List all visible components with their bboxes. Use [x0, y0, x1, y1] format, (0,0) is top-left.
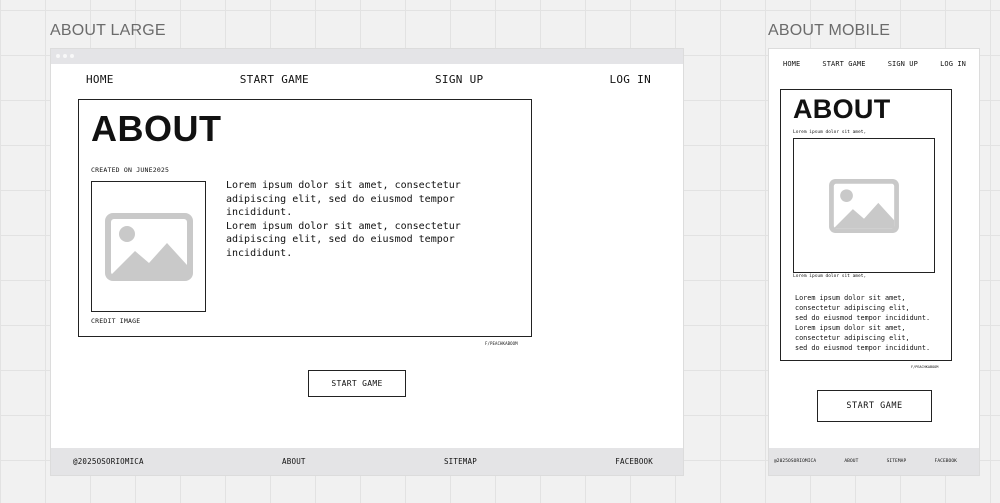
- nav-log-in[interactable]: LOG IN: [609, 73, 651, 89]
- top-nav-mobile: HOME START GAME SIGN UP LOG IN: [783, 60, 966, 70]
- body-paragraph: Lorem ipsum dolor sit amet, consectetur …: [795, 294, 931, 322]
- about-body: Lorem ipsum dolor sit amet, consectetur …: [226, 179, 506, 260]
- about-large-frame: HOME START GAME SIGN UP LOG IN ABOUT CRE…: [50, 48, 684, 476]
- page-title: ABOUT: [91, 108, 222, 149]
- footer-link-facebook[interactable]: FACEBOOK: [935, 459, 957, 464]
- frame-label-large: ABOUT LARGE: [50, 22, 166, 39]
- frame-label-mobile: ABOUT MOBILE: [768, 22, 891, 39]
- about-card: ABOUT CREATED ON JUNE2025 CREDIT IMAGE L…: [78, 99, 532, 337]
- nav-home[interactable]: HOME: [86, 73, 114, 89]
- image-placeholder-icon: [829, 178, 899, 233]
- footer-link-about[interactable]: ABOUT: [844, 459, 858, 464]
- footer-link-sitemap[interactable]: SITEMAP: [887, 459, 907, 464]
- footer-link-about[interactable]: ABOUT: [282, 457, 306, 466]
- body-paragraph: Lorem ipsum dolor sit amet, consectetur …: [795, 324, 931, 352]
- image-frame: [793, 138, 935, 273]
- nav-start-game[interactable]: START GAME: [240, 73, 309, 89]
- nav-sign-up[interactable]: SIGN UP: [888, 60, 918, 70]
- window-dots: [56, 54, 74, 58]
- window-dot: [56, 54, 60, 58]
- window-dot: [70, 54, 74, 58]
- body-paragraph: Lorem ipsum dolor sit amet, consectetur …: [226, 180, 461, 218]
- browser-bar: [51, 49, 683, 64]
- about-card-mobile: ABOUT Lorem ipsum dolor sit amet, Lorem …: [780, 89, 952, 361]
- image-placeholder-icon: [104, 212, 193, 281]
- social-handle: F/PEACHKABOOM: [911, 365, 939, 369]
- nav-log-in[interactable]: LOG IN: [940, 60, 966, 70]
- body-paragraph: Lorem ipsum dolor sit amet, consectetur …: [226, 220, 461, 259]
- created-date: CREATED ON JUNE2025: [91, 166, 170, 174]
- footer-link-sitemap[interactable]: SITEMAP: [444, 457, 477, 466]
- footer: @2025OSORIOMICA ABOUT SITEMAP FACEBOOK: [769, 448, 979, 475]
- nav-start-game[interactable]: START GAME: [822, 60, 865, 70]
- about-body: Lorem ipsum dolor sit amet, consectetur …: [795, 293, 949, 353]
- about-mobile-frame: HOME START GAME SIGN UP LOG IN ABOUT Lor…: [768, 48, 980, 476]
- copyright: @2025OSORIOMICA: [774, 459, 817, 464]
- nav-home[interactable]: HOME: [783, 60, 800, 70]
- social-handle: F/PEACHKABOOM: [485, 341, 518, 346]
- footer: @2025OSORIOMICA ABOUT SITEMAP FACEBOOK: [51, 448, 683, 475]
- caption-bottom: Lorem ipsum dolor sit amet,: [793, 274, 867, 279]
- footer-link-facebook[interactable]: FACEBOOK: [615, 457, 653, 466]
- start-game-button[interactable]: START GAME: [308, 370, 406, 397]
- top-nav: HOME START GAME SIGN UP LOG IN: [86, 73, 651, 89]
- image-frame: [91, 181, 206, 312]
- page-title: ABOUT: [793, 94, 891, 124]
- caption-top: Lorem ipsum dolor sit amet,: [793, 130, 867, 135]
- window-dot: [63, 54, 67, 58]
- credit-image-label: CREDIT IMAGE: [91, 317, 141, 325]
- copyright: @2025OSORIOMICA: [73, 457, 144, 466]
- nav-sign-up[interactable]: SIGN UP: [435, 73, 483, 89]
- start-game-button[interactable]: START GAME: [817, 390, 932, 422]
